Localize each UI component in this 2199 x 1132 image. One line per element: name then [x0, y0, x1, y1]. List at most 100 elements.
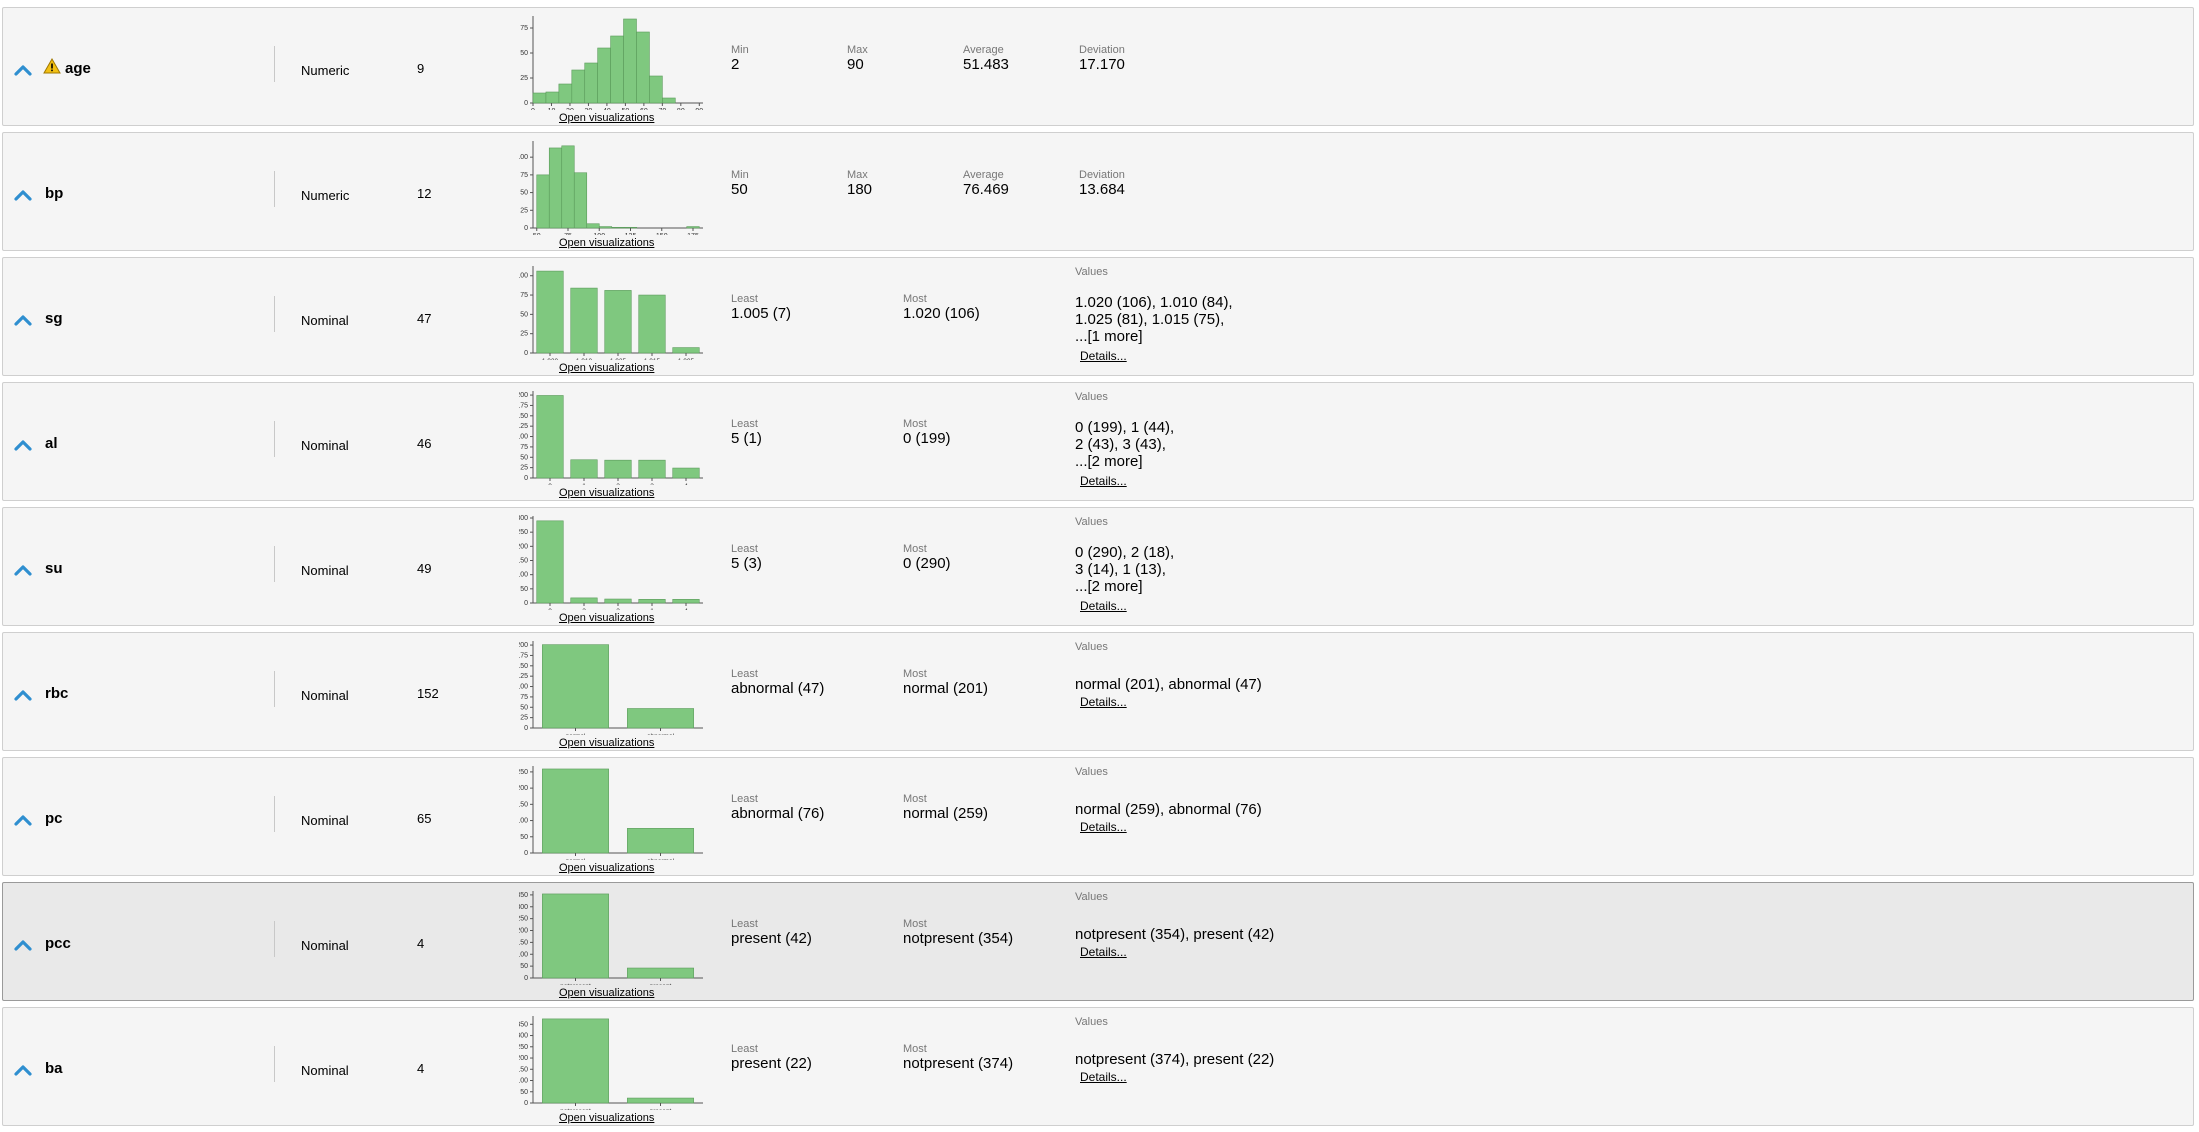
open-visualizations-link[interactable]: Open visualizations: [559, 362, 654, 374]
most-value: 1.020 (106): [903, 305, 980, 322]
most-label: Most: [903, 918, 927, 930]
chevron-up-icon[interactable]: [13, 688, 33, 702]
values-summary: 0 (290), 2 (18), 3 (14), 1 (13), ...[2 mor…: [1075, 544, 1174, 595]
chevron-up-icon[interactable]: [13, 438, 33, 452]
y-tick-label: 50: [520, 50, 528, 57]
open-visualizations-link[interactable]: Open visualizations: [559, 1112, 654, 1124]
histogram-bar: [573, 172, 588, 229]
attribute-list: ageNumeric902550750102030405060708090Ope…: [0, 0, 2199, 1132]
histogram-bar: [536, 395, 564, 479]
histogram-chart[interactable]: 0 25 50 75 100 125 150 175 200 normal abnormal: [519, 635, 709, 735]
attribute-row-bp[interactable]: bp Numeric 12 0 25 50 75 100 50 75 100 125 150 175 Ope…: [2, 132, 2194, 251]
least-label: Least: [731, 418, 758, 430]
attribute-type: Nominal: [301, 1063, 349, 1078]
chevron-up-icon[interactable]: [13, 1063, 33, 1077]
attribute-row-pc[interactable]: pc Nominal 65 0 50 100 150 200 250 normal abnormal…: [2, 757, 2194, 876]
attribute-row-al[interactable]: al Nominal 46 0 25 50 75 100 125 150 175 200 0 1 2 3 4 Op…: [2, 382, 2194, 501]
histogram-bar: [536, 174, 550, 229]
least-value: 5 (3): [731, 555, 762, 572]
attribute-row-pcc[interactable]: pcc Nominal 4 0 50 100 150 200 250 300 350 notprese…: [2, 882, 2194, 1001]
least-value: present (22): [731, 1055, 812, 1072]
details-link[interactable]: Details...: [1080, 695, 1127, 709]
y-tick-label: 150: [519, 663, 528, 670]
x-tick-label: abnormal: [647, 733, 675, 735]
y-tick-label: 200: [519, 1055, 528, 1062]
attribute-name: bp: [45, 185, 64, 202]
attribute-name: su: [45, 560, 63, 577]
column-divider: [274, 171, 275, 207]
details-link[interactable]: Details...: [1080, 820, 1127, 834]
most-value: normal (259): [903, 805, 989, 822]
y-tick-label: 0: [524, 725, 528, 732]
y-tick-label: 25: [520, 75, 528, 82]
histogram-chart[interactable]: 0 50 100 150 200 250 300 350 notpresent present: [519, 1010, 709, 1110]
histogram-bar: [627, 828, 694, 854]
x-tick-label: notpresent: [560, 1108, 591, 1110]
histogram-bar: [604, 598, 632, 604]
x-tick-label: 2: [616, 483, 620, 485]
histogram-chart[interactable]: 0 25 50 75 100 125 150 175 200 0 1 2 3 4: [519, 385, 709, 485]
values-line: 3 (14), 1 (13),: [1075, 561, 1166, 578]
values-line: 0 (199), 1 (44),: [1075, 419, 1175, 436]
details-link[interactable]: Details...: [1080, 349, 1127, 363]
histogram-bar: [636, 31, 650, 104]
details-link[interactable]: Details...: [1080, 474, 1127, 488]
y-tick-label: 350: [519, 892, 528, 899]
x-tick-label: 1.005: [678, 358, 695, 360]
chevron-up-icon[interactable]: [13, 938, 33, 952]
chevron-up-icon[interactable]: [13, 63, 33, 77]
open-visualizations-link[interactable]: Open visualizations: [559, 112, 654, 124]
open-visualizations-link[interactable]: Open visualizations: [559, 237, 654, 249]
histogram-bar: [598, 226, 613, 229]
histogram-chart[interactable]: 0 25 50 75 100 50 75 100 125 150 175: [519, 135, 709, 235]
details-link[interactable]: Details...: [1080, 945, 1127, 959]
attribute-row-ba[interactable]: ba Nominal 4 0 50 100 150 200 250 300 350 notpresen…: [2, 1007, 2194, 1126]
histogram-chart[interactable]: 0 50 100 150 200 250 300 350 notpresent present: [519, 885, 709, 985]
most-label: Most: [903, 418, 927, 430]
attribute-row-age[interactable]: ageNumeric902550750102030405060708090Ope…: [2, 7, 2194, 126]
values-summary: normal (259), abnormal (76): [1075, 801, 1262, 818]
y-tick-label: 50: [520, 1089, 528, 1096]
histogram-chart[interactable]: 0 25 50 75 100 1.020 1.010 1.025 1.015 1.005: [519, 260, 709, 360]
attribute-row-su[interactable]: su Nominal 49 0 50 100 150 200 250 300 0 2 3 1 4 Open v…: [2, 507, 2194, 626]
open-visualizations-link[interactable]: Open visualizations: [559, 737, 654, 749]
y-tick-label: 50: [520, 311, 528, 318]
histogram-bar: [561, 145, 575, 229]
chevron-up-icon[interactable]: [13, 313, 33, 327]
stat-value-average: 51.483: [963, 56, 1009, 73]
details-link[interactable]: Details...: [1080, 1070, 1127, 1084]
values-line: 2 (43), 3 (43),: [1075, 436, 1166, 453]
y-tick-label: 150: [519, 413, 528, 420]
y-tick-label: 175: [519, 652, 528, 659]
chevron-up-icon[interactable]: [13, 563, 33, 577]
open-visualizations-link[interactable]: Open visualizations: [559, 487, 654, 499]
least-value: abnormal (47): [731, 680, 825, 697]
histogram-chart[interactable]: 0 50 100 150 200 250 300 0 2 3 1 4: [519, 510, 709, 610]
open-visualizations-link[interactable]: Open visualizations: [559, 987, 654, 999]
x-tick-label: 150: [656, 233, 668, 235]
attribute-type: Nominal: [301, 938, 349, 953]
histogram-chart[interactable]: 0 25 50 75 0 10 20 30 40 50 60 70 80 90: [519, 10, 709, 110]
details-link[interactable]: Details...: [1080, 599, 1127, 613]
column-divider: [274, 546, 275, 582]
x-tick-label: present: [650, 1108, 672, 1110]
x-tick-label: 4: [684, 483, 688, 485]
chevron-up-icon[interactable]: [13, 813, 33, 827]
x-tick-label: 1: [650, 608, 654, 610]
column-divider: [274, 671, 275, 707]
x-tick-label: 90: [695, 108, 703, 110]
open-visualizations-link[interactable]: Open visualizations: [559, 612, 654, 624]
x-tick-label: 125: [625, 233, 637, 235]
histogram-chart[interactable]: 0 50 100 150 200 250 normal abnormal: [519, 760, 709, 860]
most-value: 0 (290): [903, 555, 951, 572]
y-tick-label: 50: [520, 454, 528, 461]
histogram-bar: [604, 290, 632, 354]
histogram-bar: [570, 459, 598, 479]
open-visualizations-link[interactable]: Open visualizations: [559, 862, 654, 874]
attribute-row-sg[interactable]: sg Nominal 47 0 25 50 75 100 1.020 1.010 1.025 1.01…: [2, 257, 2194, 376]
histogram-bar: [586, 223, 600, 229]
column-divider: [274, 1046, 275, 1082]
values-line: 1.025 (81), 1.015 (75),: [1075, 311, 1225, 328]
chevron-up-icon[interactable]: [13, 188, 33, 202]
attribute-row-rbc[interactable]: rbc Nominal 152 0 25 50 75 100 125 150 175 200 norma…: [2, 632, 2194, 751]
